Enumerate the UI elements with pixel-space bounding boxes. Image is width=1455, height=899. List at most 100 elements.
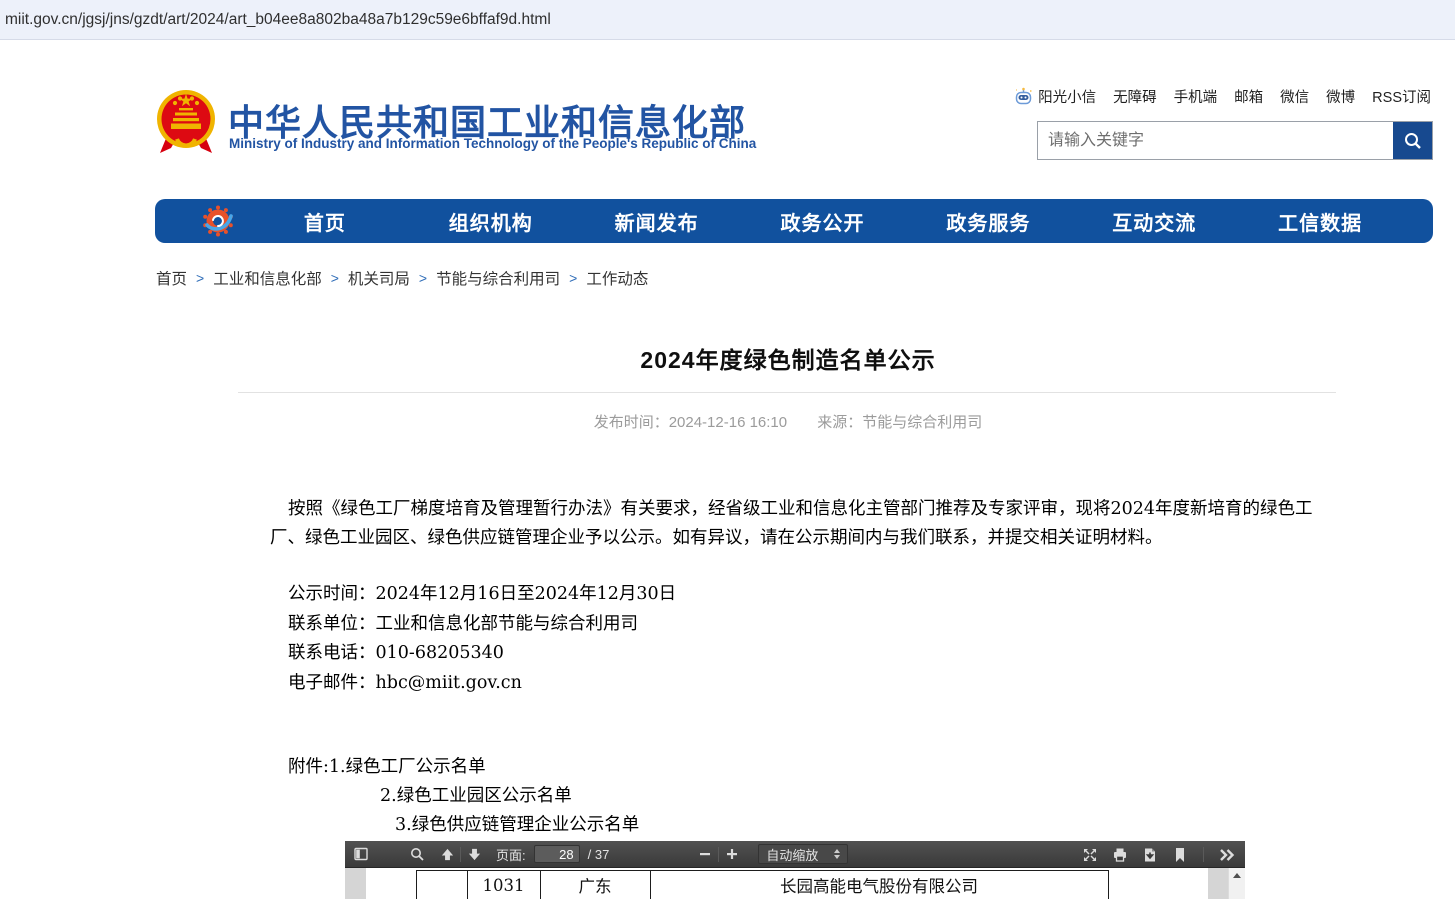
page-up-icon [440,847,455,862]
header-quick-links: 阳光小信 无障碍 手机端 邮箱 微信 微博 RSS订阅 [1014,86,1431,107]
quick-link-label: 无障碍 [1113,86,1157,107]
breadcrumb-miit[interactable]: 工业和信息化部 [213,267,322,289]
attachment-green-supply-chain: 3.绿色供应链管理企业公示名单 [288,811,639,840]
pdf-toolbar: 页面: / 37 自动缩放 [345,841,1245,868]
more-tools-button[interactable] [1217,844,1237,866]
contact-unit: 联系单位：工业和信息化部节能与综合利用司 [288,610,676,640]
table-cell-company: 长园高能电气股份有限公司 [650,871,1108,899]
zoom-mode-label: 自动缩放 [766,845,818,864]
table-cell-number: 1031 [467,871,540,899]
bookmark-button[interactable] [1170,844,1190,866]
previous-page-button[interactable] [437,843,457,865]
nav-item-gov-services[interactable]: 政务服务 [905,207,1071,236]
zoom-in-button[interactable] [722,843,742,865]
contact-phone: 联系电话：010-68205340 [288,639,676,669]
download-icon [1142,847,1158,863]
print-button[interactable] [1110,844,1130,866]
nav-item-home[interactable]: 首页 [242,207,408,236]
nav-items: 首页 组织机构 新闻发布 政务公开 政务服务 互动交流 工信数据 [242,207,1403,236]
quick-link-accessibility[interactable]: 无障碍 [1113,86,1157,107]
attachments-list: 附件:1.绿色工厂公示名单 2.绿色工业园区公示名单 3.绿色供应链管理企业公示… [288,753,639,840]
pdf-find-button[interactable] [407,843,427,865]
attachment-green-factory: 附件:1.绿色工厂公示名单 [288,753,639,782]
main-nav: 首页 组织机构 新闻发布 政务公开 政务服务 互动交流 工信数据 [155,199,1433,243]
quick-link-label: RSS订阅 [1372,86,1431,107]
article-paragraph: 按照《绿色工厂梯度培育及管理暂行办法》有关要求，经省级工业和信息化主管部门推荐及… [270,495,1328,553]
printer-icon [1112,847,1128,863]
quick-link-label: 阳光小信 [1038,86,1096,107]
download-button[interactable] [1140,844,1160,866]
article-meta: 发布时间：2024-12-16 16:10 来源：节能与综合利用司 [238,411,1338,432]
site-search [1037,121,1433,160]
page-down-icon [467,847,482,862]
pdf-search-icon [410,847,425,862]
double-chevron-right-icon [1218,848,1236,862]
breadcrumb-separator: > [419,270,427,286]
article-source: 来源：节能与综合利用司 [817,414,982,431]
toolbar-separator [1203,847,1204,862]
fullscreen-icon [1082,847,1098,863]
title-divider [238,392,1336,393]
pdf-scrollbar[interactable] [1228,868,1245,899]
quick-link-wechat[interactable]: 微信 [1280,86,1309,107]
pdf-page: 1031 广东 长园高能电气股份有限公司 [366,868,1208,899]
zoom-out-button[interactable] [695,843,715,865]
sidebar-toggle-button[interactable] [351,843,371,865]
breadcrumb-separator: > [569,270,577,286]
national-emblem-logo [155,86,217,163]
toolbar-separator [718,847,719,862]
article-title: 2024年度绿色制造名单公示 [238,341,1338,375]
search-button[interactable] [1393,122,1432,159]
nav-item-news[interactable]: 新闻发布 [574,207,740,236]
quick-link-mailbox[interactable]: 邮箱 [1234,86,1263,107]
breadcrumb-departments[interactable]: 机关司局 [348,267,410,289]
contact-info: 公示时间：2024年12月16日至2024年12月30日 联系单位：工业和信息化… [288,580,676,698]
page-url[interactable]: miit.gov.cn/jgsj/jns/gzdt/art/2024/art_b… [5,11,551,29]
contact-email: 电子邮件：hbc@miit.gov.cn [288,669,676,699]
robot-assistant-icon [1014,87,1033,106]
scroll-up-arrow-icon[interactable] [1233,873,1241,878]
breadcrumb-separator: > [196,270,204,286]
quick-link-label: 微信 [1280,86,1309,107]
toolbar-separator [460,847,461,862]
page-label: 页面: [496,845,526,864]
quick-link-mobile[interactable]: 手机端 [1174,86,1218,107]
search-icon [1403,131,1423,151]
nav-item-gov-affairs[interactable]: 政务公开 [740,207,906,236]
breadcrumb-energy-dept[interactable]: 节能与综合利用司 [436,267,560,289]
table-border [1108,870,1109,899]
quick-link-rss[interactable]: RSS订阅 [1372,86,1431,107]
zoom-mode-select[interactable]: 自动缩放 [758,844,848,864]
breadcrumb-home[interactable]: 首页 [156,267,187,289]
zoom-out-icon [698,847,712,861]
pdf-content-area: 1031 广东 长园高能电气股份有限公司 [345,868,1245,899]
nav-item-organization[interactable]: 组织机构 [408,207,574,236]
nav-item-data[interactable]: 工信数据 [1237,207,1403,236]
quick-link-sunshine-assistant[interactable]: 阳光小信 [1014,86,1096,107]
presentation-mode-button[interactable] [1080,844,1100,866]
page-number-input[interactable] [534,845,580,863]
quick-link-label: 手机端 [1174,86,1218,107]
site-subtitle: Ministry of Industry and Information Tec… [229,136,756,151]
search-input[interactable] [1038,122,1393,159]
nav-item-interaction[interactable]: 互动交流 [1071,207,1237,236]
table-border [416,870,417,899]
public-notice-period: 公示时间：2024年12月16日至2024年12月30日 [288,580,676,610]
page-total: / 37 [588,847,610,862]
select-spinner-icon [834,849,840,859]
bookmark-icon [1173,847,1187,863]
zoom-in-icon [725,847,739,861]
next-page-button[interactable] [464,843,484,865]
publish-time: 发布时间：2024-12-16 16:10 [594,414,787,431]
sidebar-toggle-icon [353,846,369,862]
breadcrumb-separator: > [331,270,339,286]
browser-url-bar[interactable]: miit.gov.cn/jgsj/jns/gzdt/art/2024/art_b… [0,0,1455,40]
breadcrumb-work-updates[interactable]: 工作动态 [586,267,648,289]
quick-link-label: 微博 [1326,86,1355,107]
table-cell-province: 广东 [540,871,650,899]
pdf-toolbar-right [1080,841,1237,868]
breadcrumb: 首页 > 工业和信息化部 > 机关司局 > 节能与综合利用司 > 工作动态 [156,267,648,289]
pdf-viewer: 页面: / 37 自动缩放 [345,841,1245,899]
quick-link-weibo[interactable]: 微博 [1326,86,1355,107]
attachment-green-industrial-park: 2.绿色工业园区公示名单 [288,782,639,811]
